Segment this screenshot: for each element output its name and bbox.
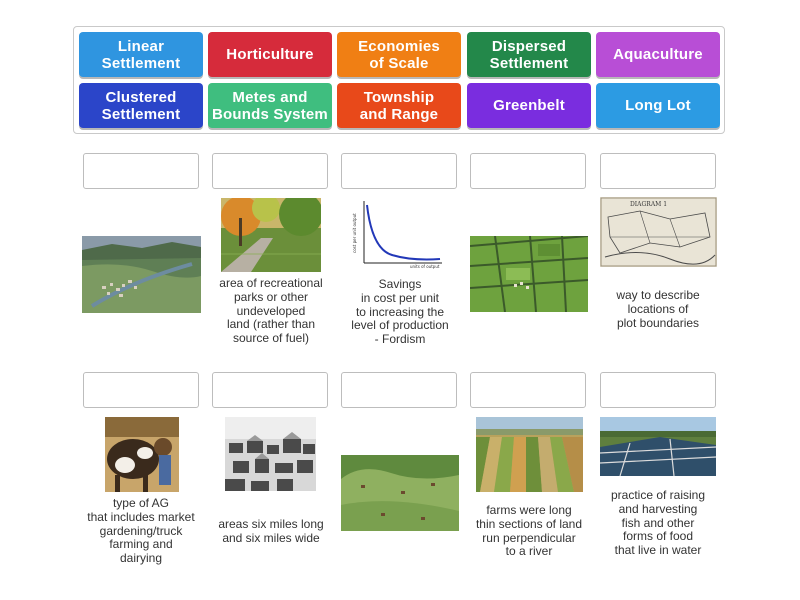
tile-long-lot[interactable]: Long Lot [596,83,720,128]
image-long-lot-farmland [476,417,583,492]
image-dairy-cow [105,417,179,492]
image-fish-farm [600,417,716,476]
tile-township-and-range[interactable]: Township and Range [337,83,461,128]
caption-10: practice of raising and harvesting fish … [610,488,706,558]
caption-5: way to describe locations of plot bounda… [616,288,700,330]
drop-slot-5[interactable] [600,153,716,189]
image-bw-town [225,417,316,491]
drop-slot-2[interactable] [212,153,328,189]
tile-linear-settlement[interactable]: Linear Settlement [79,32,203,77]
caption-3: Savings in cost per unit to increasing t… [351,277,449,347]
caption-2: area of recreational parks or other unde… [219,276,323,346]
drop-slot-1[interactable] [83,153,199,189]
image-green-fields [470,236,588,312]
tile-greenbelt[interactable]: Greenbelt [467,83,591,128]
tile-dispersed-settlement[interactable]: Dispersed Settlement [467,32,591,77]
diagram-title: DIAGRAM 1 [630,201,667,208]
image-plot-map: DIAGRAM 1 [600,197,717,267]
graph-xlabel: units of output [410,264,440,269]
image-hillside-meadow [341,455,459,531]
image-cost-curve: cost per unit output units of output [352,197,446,271]
drop-slot-3[interactable] [341,153,457,189]
drop-slot-7[interactable] [212,372,328,408]
caption-7: areas six miles long and six miles wide [218,517,324,545]
caption-9: farms were long thin sections of land ru… [475,503,583,559]
graph-ylabel: cost per unit output [352,213,357,253]
tile-horticulture[interactable]: Horticulture [208,32,332,77]
drop-slot-4[interactable] [470,153,586,189]
tile-aquaculture[interactable]: Aquaculture [596,32,720,77]
tile-economies-of-scale[interactable]: Economies of Scale [337,32,461,77]
drop-slot-9[interactable] [470,372,586,408]
drop-slot-6[interactable] [83,372,199,408]
tile-clustered-settlement[interactable]: Clustered Settlement [79,83,203,128]
caption-6: type of AG that includes market gardenin… [87,496,195,566]
drop-slot-10[interactable] [600,372,716,408]
tile-metes-and-bounds[interactable]: Metes and Bounds System [208,83,332,128]
image-valley-village [82,236,201,313]
image-park-path [221,198,321,272]
drop-slot-8[interactable] [341,372,457,408]
